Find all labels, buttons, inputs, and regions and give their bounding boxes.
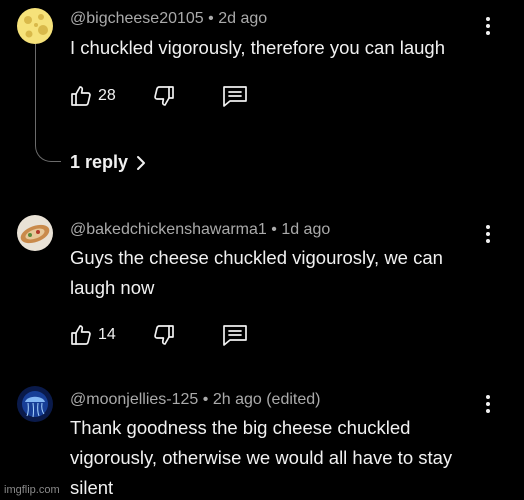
- thumbs-up-icon: [71, 325, 91, 345]
- view-replies-button[interactable]: 1 reply: [70, 152, 146, 173]
- thread-line: [35, 44, 61, 162]
- thumbs-down-icon: [154, 325, 174, 345]
- comment-time: 1d ago: [281, 221, 331, 238]
- comment-meta: @bakedchickenshawarma1 • 1d ago: [70, 221, 330, 239]
- more-options-button[interactable]: [480, 392, 496, 416]
- comment-handle[interactable]: @bakedchickenshawarma1: [70, 221, 267, 238]
- meta-separator: •: [202, 391, 209, 408]
- like-count: 14: [98, 326, 116, 343]
- jellyfish-avatar-icon[interactable]: [17, 386, 53, 422]
- dislike-button[interactable]: [152, 323, 176, 347]
- reply-button[interactable]: [222, 84, 248, 108]
- comment-icon: [223, 86, 247, 107]
- comment-time: 2d ago: [218, 10, 268, 27]
- like-button[interactable]: 28: [69, 84, 116, 108]
- watermark: imgflip.com: [4, 484, 60, 496]
- like-button[interactable]: 14: [69, 323, 116, 347]
- reply-button[interactable]: [222, 323, 248, 347]
- thumbs-up-icon: [71, 86, 91, 106]
- meta-separator: •: [208, 10, 214, 27]
- shawarma-avatar-icon[interactable]: [17, 215, 53, 251]
- comment-icon: [223, 325, 247, 346]
- more-options-button[interactable]: [480, 222, 496, 246]
- like-count: 28: [98, 87, 116, 104]
- dislike-button[interactable]: [152, 84, 176, 108]
- meta-separator: •: [271, 221, 277, 238]
- comment-time: 2h ago (edited): [212, 391, 321, 408]
- comment-text: Thank goodness the big cheese chuckled v…: [70, 417, 453, 498]
- comment-handle[interactable]: @bigcheese20105: [70, 10, 204, 27]
- thumbs-down-icon: [154, 86, 174, 106]
- comment-text: I chuckled vigorously, therefore you can…: [70, 37, 446, 58]
- comment-meta: @bigcheese20105 • 2d ago: [70, 10, 267, 28]
- chevron-right-icon: [137, 155, 146, 170]
- comment-handle[interactable]: @moonjellies-125: [70, 391, 198, 408]
- more-options-button[interactable]: [480, 14, 496, 38]
- replies-label: 1 reply: [70, 152, 129, 172]
- cheese-avatar-icon[interactable]: [17, 8, 53, 44]
- comment-meta: @moonjellies-125 • 2h ago (edited): [70, 391, 320, 409]
- comment-text: Guys the cheese chuckled vigourosly, we …: [70, 247, 443, 298]
